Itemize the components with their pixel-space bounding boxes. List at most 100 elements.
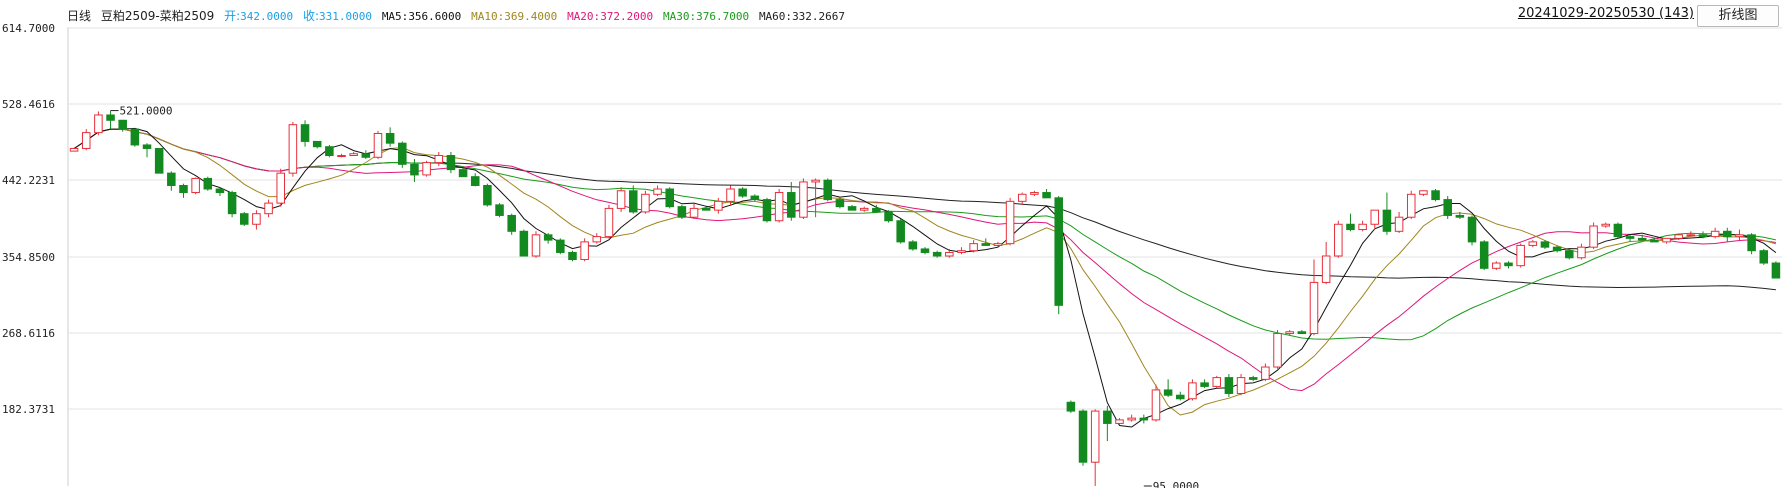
candle (203, 176, 213, 191)
candle-body (69, 147, 79, 152)
candle-body (872, 207, 881, 213)
candle (896, 218, 905, 244)
candle (264, 199, 273, 218)
candle-body (1176, 394, 1185, 400)
candle-body (1030, 192, 1039, 195)
candle-body (1309, 281, 1319, 335)
candle (1115, 418, 1124, 426)
candle-body (203, 177, 213, 190)
candle-body (969, 243, 978, 252)
candle (191, 177, 200, 195)
candle-body (799, 181, 808, 218)
candle (1431, 189, 1440, 202)
candle (1467, 215, 1477, 246)
candle-body (1540, 241, 1550, 248)
candle (325, 144, 334, 158)
candle-body (495, 204, 504, 216)
candle (349, 151, 358, 157)
candle (106, 110, 115, 130)
candle-body (1637, 237, 1647, 241)
candle (1334, 220, 1343, 258)
candle (1358, 220, 1367, 232)
candle (446, 151, 456, 174)
symbol-label: 豆粕2509-菜粕2509 (100, 9, 215, 23)
candle (361, 150, 371, 160)
candle (239, 211, 249, 227)
candle-body (689, 207, 699, 218)
candle-body (458, 169, 468, 178)
candle-body (1394, 216, 1404, 232)
ma5-line (73, 127, 1777, 428)
candle (787, 181, 796, 221)
candle (1589, 222, 1598, 249)
candle-body (483, 184, 492, 206)
candle-body (1127, 417, 1136, 421)
candle-body (1467, 216, 1477, 243)
candle (422, 160, 431, 177)
candle-body (1163, 389, 1173, 396)
ma60-value: 332.2667 (792, 10, 846, 23)
candle-body (312, 140, 322, 148)
candle (1005, 197, 1015, 246)
candle (1030, 190, 1039, 197)
candle-body (446, 155, 456, 171)
candle (1261, 363, 1270, 382)
candle-body (1565, 250, 1574, 259)
y-tick-label: 268.6116 (2, 327, 55, 340)
candle-body (106, 114, 115, 121)
candle-body (908, 241, 918, 250)
candle (774, 189, 784, 223)
candle (568, 250, 577, 262)
candle-body (1273, 333, 1282, 368)
candle (835, 197, 845, 209)
candle (653, 185, 662, 197)
y-axis: 614.7000 528.4616 442.2231 354.8500 268.6116… (2, 22, 55, 416)
candle (215, 187, 225, 197)
candle (252, 210, 261, 230)
candle-body (1552, 246, 1562, 252)
candle-body (847, 206, 857, 211)
candle (1601, 222, 1611, 228)
candle-body (1078, 410, 1088, 463)
chart-page: 614.7000 528.4616 442.2231 354.8500 268.6116… (0, 0, 1786, 488)
candle-body (1248, 377, 1258, 380)
candle-body (1321, 255, 1331, 283)
candle (81, 129, 91, 151)
candle (884, 210, 893, 223)
candle (531, 231, 541, 258)
line-chart-button[interactable]: 折线图 (1697, 5, 1779, 27)
ma10-label: MA10: (471, 10, 505, 23)
candle-body (1759, 250, 1769, 264)
date-range-link[interactable]: 20241029-20250530 (143) (1518, 6, 1694, 21)
candle-body (1479, 241, 1489, 269)
candle-body (738, 188, 747, 197)
candle-body (215, 188, 225, 194)
candle-body (1710, 230, 1720, 238)
candle (1200, 379, 1209, 389)
close-value: 331.0000 (319, 10, 372, 23)
candle-body (1698, 234, 1708, 238)
candle (1577, 243, 1586, 260)
candle-body (616, 190, 626, 209)
candle (1151, 384, 1161, 422)
moving-average-lines (73, 127, 1777, 428)
candle (969, 240, 978, 253)
candle (1406, 190, 1416, 219)
candle (604, 204, 614, 239)
candle-body (1285, 331, 1294, 335)
candles (69, 110, 1781, 486)
candle (227, 190, 237, 218)
candle-body (325, 146, 334, 157)
candle (1370, 209, 1380, 230)
ma5-label: MA5: (381, 10, 409, 23)
candle-body (1066, 401, 1076, 412)
candle-body (130, 128, 140, 146)
candle-body (288, 124, 298, 174)
candle-body (81, 132, 91, 149)
candle (592, 233, 602, 244)
candle (410, 159, 419, 182)
candle-body (1528, 241, 1538, 246)
candle-body (1625, 236, 1635, 239)
candle-body (1224, 377, 1234, 394)
candle (1176, 391, 1185, 401)
